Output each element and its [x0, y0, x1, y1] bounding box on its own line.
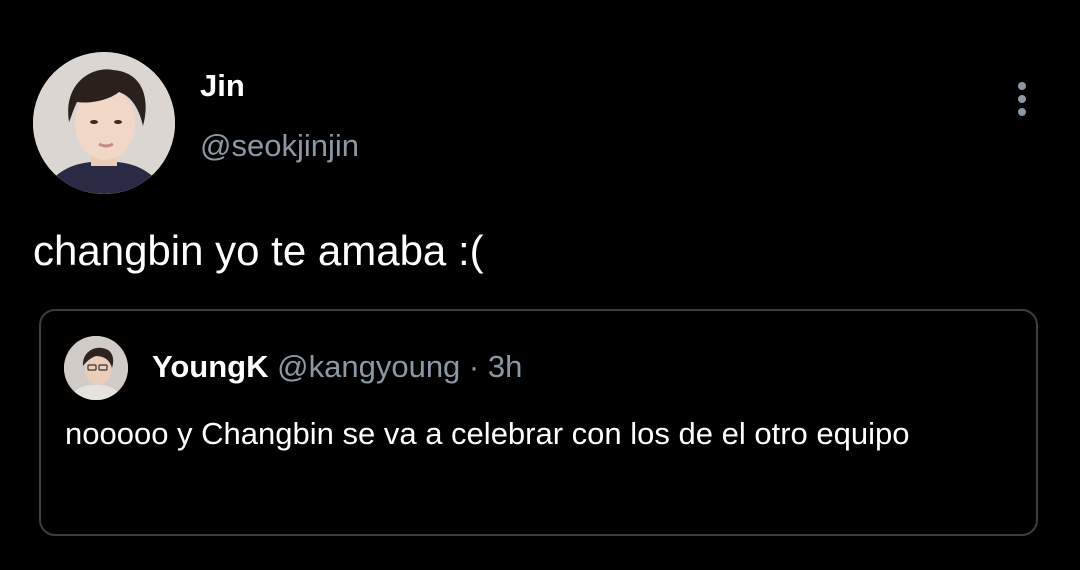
avatar-photo-icon	[64, 336, 128, 400]
quoted-author-handle[interactable]: @kangyoung	[277, 349, 460, 384]
quoted-timestamp[interactable]: 3h	[488, 349, 522, 384]
tweet-text: changbin yo te amaba :(	[33, 227, 484, 274]
quoted-tweet-text: nooooo y Changbin se va a celebrar con l…	[65, 416, 910, 451]
quoted-tweet[interactable]: YoungK @kangyoung · 3h nooooo y Changbin…	[39, 309, 1038, 536]
tweet: Jin @seokjinjin changbin yo te amaba :( …	[0, 0, 1080, 570]
quoted-header: YoungK @kangyoung · 3h	[152, 349, 522, 385]
more-options-button[interactable]	[1004, 80, 1040, 120]
avatar-photo-icon	[33, 52, 175, 194]
author-name[interactable]: Jin	[200, 68, 245, 104]
separator-dot: ·	[468, 349, 480, 384]
more-vertical-icon	[1018, 82, 1026, 116]
author-avatar[interactable]	[33, 52, 175, 194]
quoted-author-name[interactable]: YoungK	[152, 349, 269, 384]
author-handle[interactable]: @seokjinjin	[200, 128, 359, 164]
quoted-author-avatar[interactable]	[64, 336, 128, 400]
